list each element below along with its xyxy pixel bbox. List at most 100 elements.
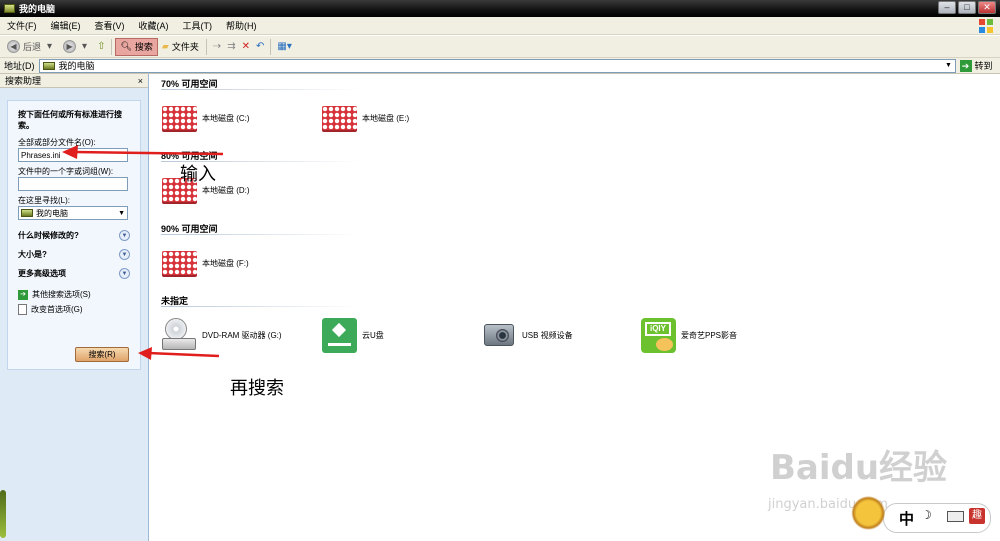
search-pane-title: 搜索助理: [5, 76, 42, 86]
drive-label: 本地磁盘 (C:): [202, 113, 250, 123]
chevron-down-icon: ▼: [118, 209, 125, 217]
hard-disk-icon: [322, 106, 357, 130]
drive-label: 本地磁盘 (D:): [202, 185, 250, 195]
ime-tool-icon[interactable]: 趣: [969, 508, 985, 524]
folder-icon: ▰: [161, 41, 169, 51]
move-to-icon[interactable]: ⇢: [210, 41, 224, 52]
expand-icon[interactable]: ▼: [119, 268, 130, 279]
lookin-select[interactable]: 我的电脑 ▼: [18, 206, 128, 220]
link-change-preferences[interactable]: 改变首选项(G): [18, 302, 130, 317]
toolbar-separator: [270, 38, 272, 55]
go-arrow-icon: ➔: [959, 59, 972, 72]
drive-label: USB 视频设备: [522, 331, 573, 340]
mascot-icon: [843, 495, 889, 535]
menu-edit[interactable]: 编辑(E): [44, 19, 88, 32]
watermark-brand: Baidu经验: [770, 448, 948, 488]
group-divider: [161, 306, 361, 307]
undo-icon[interactable]: ↶: [253, 41, 267, 52]
search-instruction: 按下面任何或所有标准进行搜索。: [18, 110, 122, 130]
forward-dropdown-icon[interactable]: ▾: [79, 41, 90, 52]
search-companion-panel: 按下面任何或所有标准进行搜索。 全部或部分文件名(O): 文件中的一个字或词组(…: [7, 100, 141, 370]
menu-tools[interactable]: 工具(T): [176, 19, 220, 32]
computer-icon: [4, 4, 15, 13]
copy-to-icon[interactable]: ⇉: [224, 41, 238, 52]
expand-icon[interactable]: ▼: [119, 230, 130, 241]
search-button[interactable]: 🔍︎ 搜索: [115, 37, 158, 56]
forward-button[interactable]: ▶ ▾: [59, 38, 94, 56]
expand-icon[interactable]: ▼: [119, 249, 130, 260]
hard-disk-icon: [162, 106, 197, 130]
menu-view[interactable]: 查看(V): [88, 19, 132, 32]
camera-icon: [482, 319, 517, 352]
window-title: 我的电脑: [19, 4, 56, 14]
cloud-disk-icon: [322, 318, 357, 353]
delete-icon[interactable]: ✕: [239, 41, 253, 52]
drive-label: 爱奇艺PPS影音: [681, 331, 738, 340]
close-button[interactable]: ✕: [978, 1, 996, 14]
ime-mode[interactable]: 中: [899, 508, 914, 529]
option-size[interactable]: 大小是? ▼: [18, 245, 130, 264]
back-dropdown-icon[interactable]: ▾: [44, 41, 55, 52]
toolbar-separator: [205, 38, 207, 55]
maximize-button[interactable]: □: [958, 1, 976, 14]
link-label: 其他搜索选项(S): [32, 290, 91, 299]
lookin-label: 在这里寻找(L):: [18, 196, 70, 205]
option-when-modified[interactable]: 什么时候修改的? ▼: [18, 226, 130, 245]
drive-label: 本地磁盘 (E:): [362, 113, 410, 123]
windows-logo-icon: [979, 19, 993, 33]
drive-label: 本地磁盘 (F:): [202, 258, 249, 268]
iqiyi-icon: iQIY: [641, 318, 676, 353]
go-button[interactable]: ➔ 转到: [959, 59, 993, 72]
toolbar-separator: [111, 38, 113, 55]
search-submit-button[interactable]: 搜索(R): [75, 347, 129, 362]
back-button[interactable]: ◀ 后退 ▾: [3, 38, 59, 56]
iqiyi-pps[interactable]: iQIY 爱奇艺PPS影音: [641, 318, 737, 353]
go-label: 转到: [974, 61, 993, 71]
option-advanced[interactable]: 更多高级选项 ▼: [18, 264, 130, 283]
search-label: 搜索: [134, 42, 153, 52]
folders-button[interactable]: ▰ 文件夹: [158, 38, 203, 56]
close-pane-icon[interactable]: ×: [138, 76, 143, 86]
option-label: 什么时候修改的?: [18, 231, 79, 240]
link-other-search-options[interactable]: ➔ 其他搜索选项(S): [18, 287, 130, 302]
keyboard-icon[interactable]: [947, 511, 964, 522]
option-label: 大小是?: [18, 250, 47, 259]
cloud-u-disk[interactable]: 云U盘: [322, 318, 384, 353]
ime-toolbar[interactable]: 中 ☽ 趣: [843, 495, 993, 535]
menu-favorites[interactable]: 收藏(A): [132, 19, 176, 32]
address-dropdown-icon[interactable]: ▼: [943, 60, 955, 72]
menu-help[interactable]: 帮助(H): [219, 19, 264, 32]
title-bar: 我的电脑 – □ ✕: [0, 0, 1000, 17]
search-icon: 🔍︎: [120, 41, 132, 51]
phrase-input[interactable]: [18, 177, 128, 191]
drive-f[interactable]: 本地磁盘 (F:): [162, 251, 249, 275]
address-bar: 地址(D) 我的电脑 ▼ ➔ 转到: [0, 58, 1000, 74]
address-field[interactable]: 我的电脑 ▼: [38, 58, 956, 73]
minimize-button[interactable]: –: [938, 1, 956, 14]
drive-c[interactable]: 本地磁盘 (C:): [162, 106, 250, 130]
annotation-arrow-search: [138, 347, 220, 360]
drive-e[interactable]: 本地磁盘 (E:): [322, 106, 409, 130]
lookin-value: 我的电脑: [36, 208, 68, 218]
up-folder-icon[interactable]: ⇧: [94, 41, 108, 52]
window-controls: – □ ✕: [938, 1, 996, 14]
moon-icon[interactable]: ☽: [921, 508, 932, 522]
green-arrow-icon: ➔: [18, 289, 28, 300]
folders-label: 文件夹: [171, 42, 199, 52]
menu-bar: 文件(F) 编辑(E) 查看(V) 收藏(A) 工具(T) 帮助(H): [0, 17, 1000, 35]
annotation-input: 输入: [180, 164, 216, 185]
usb-video-device[interactable]: USB 视频设备: [482, 319, 573, 352]
side-grip: [0, 490, 6, 538]
forward-arrow-icon: ▶: [63, 40, 77, 53]
group-divider: [161, 89, 361, 90]
annotation-search: 再搜索: [230, 378, 284, 399]
back-arrow-icon: ◀: [7, 40, 20, 53]
menu-file[interactable]: 文件(F): [0, 19, 44, 32]
phrase-label: 文件中的一个字或词组(W):: [18, 167, 114, 176]
my-computer-icon: [42, 61, 55, 70]
views-icon[interactable]: ▦▾: [274, 41, 294, 52]
group-divider: [161, 234, 361, 235]
hard-disk-icon: [162, 251, 197, 275]
link-label: 改变首选项(G): [31, 305, 83, 314]
drive-label: DVD-RAM 驱动器 (G:): [202, 330, 282, 340]
